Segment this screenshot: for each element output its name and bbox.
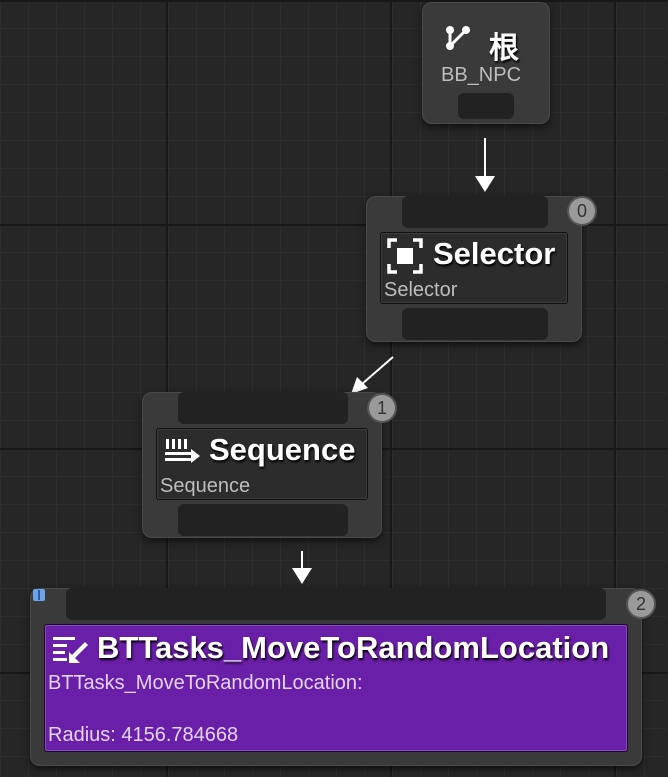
selector-node-body: Selector Selector [380,232,568,304]
root-node-subtitle: BB_NPC [441,64,522,86]
selector-node-title: Selector [433,236,556,271]
root-node-body: 根 BB_NPC [436,15,536,89]
selector-order-badge: 0 [569,198,595,224]
task-node-radius-property: Radius: 4156.784668 [48,724,239,746]
task-order-badge: 2 [628,591,654,617]
sequence-node[interactable]: Sequence Sequence 1 [142,392,395,538]
task-input-pin[interactable] [66,588,606,620]
selector-icon [386,237,424,280]
sequence-node-title: Sequence [209,432,356,467]
task-node-body: BTTasks_MoveToRandomLocation BTTasks_Mov… [44,624,628,752]
sequence-order-badge: 1 [369,395,395,421]
selector-node-subtitle: Selector [384,279,458,301]
root-node-title: 根 [489,32,519,65]
breakpoint-icon[interactable] [32,588,46,607]
task-icon [51,634,89,673]
root-output-pin[interactable] [458,93,514,119]
sequence-node-subtitle: Sequence [160,475,251,497]
branch-icon [444,24,474,57]
task-node-subtitle: BTTasks_MoveToRandomLocation: [48,672,363,694]
wire-root-to-selector [475,138,495,192]
sequence-output-pin[interactable] [178,504,348,536]
sequence-input-pin[interactable] [178,392,348,424]
task-node[interactable]: BTTasks_MoveToRandomLocation BTTasks_Mov… [30,588,654,766]
sequence-icon [163,437,203,472]
root-node[interactable]: 根 BB_NPC [422,2,550,124]
wire-sequence-to-task [292,551,312,584]
selector-input-pin[interactable] [402,196,548,228]
task-node-title: BTTasks_MoveToRandomLocation [97,630,610,665]
sequence-node-body: Sequence Sequence [156,428,368,500]
wire-selector-to-sequence [351,356,394,394]
selector-output-pin[interactable] [402,308,548,340]
selector-node[interactable]: Selector Selector 0 [366,196,595,342]
